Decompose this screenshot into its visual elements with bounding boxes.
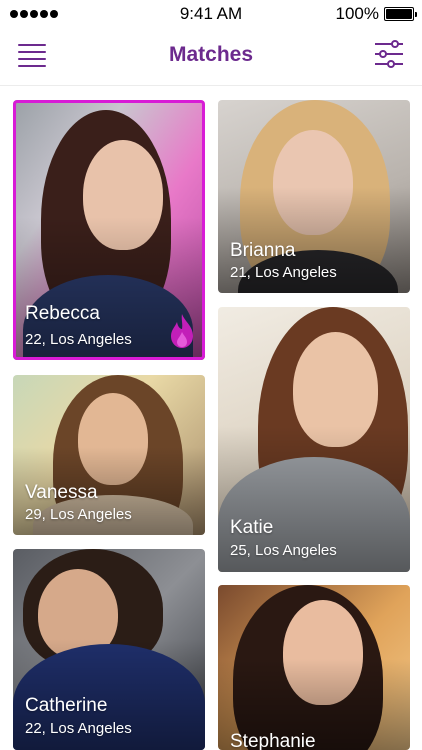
match-details: 22, Los Angeles	[25, 720, 132, 737]
match-card-katie[interactable]: Katie 25, Los Angeles	[218, 307, 410, 572]
match-card-vanessa[interactable]: Vanessa 29, Los Angeles	[13, 375, 205, 535]
navigation-bar: Matches	[0, 28, 422, 86]
match-details: 25, Los Angeles	[230, 542, 337, 559]
match-card-brianna[interactable]: Brianna 21, Los Angeles	[218, 100, 410, 293]
battery-icon	[384, 7, 417, 21]
match-details: 22, Los Angeles	[25, 331, 132, 348]
match-details: 21, Los Angeles	[230, 264, 337, 281]
match-card-stephanie[interactable]: Stephanie	[218, 585, 410, 750]
match-name: Katie	[230, 517, 274, 538]
match-name: Catherine	[25, 695, 108, 716]
match-name: Brianna	[230, 240, 296, 261]
status-bar: 9:41 AM 100%	[0, 0, 422, 28]
match-name: Rebecca	[25, 303, 100, 324]
sliders-filter-icon[interactable]	[374, 40, 404, 68]
battery-percentage: 100%	[335, 4, 379, 23]
match-card-catherine[interactable]: Catherine 22, Los Angeles	[13, 549, 205, 750]
flame-icon[interactable]	[167, 312, 197, 350]
match-details: 29, Los Angeles	[25, 506, 132, 523]
match-name: Stephanie	[230, 731, 316, 750]
page-title: Matches	[168, 43, 254, 66]
matches-screen: 9:41 AM 100% Matches Rebecca 22, Los Ang…	[0, 0, 422, 750]
match-name: Vanessa	[25, 482, 98, 503]
match-card-rebecca[interactable]: Rebecca 22, Los Angeles	[13, 100, 205, 360]
